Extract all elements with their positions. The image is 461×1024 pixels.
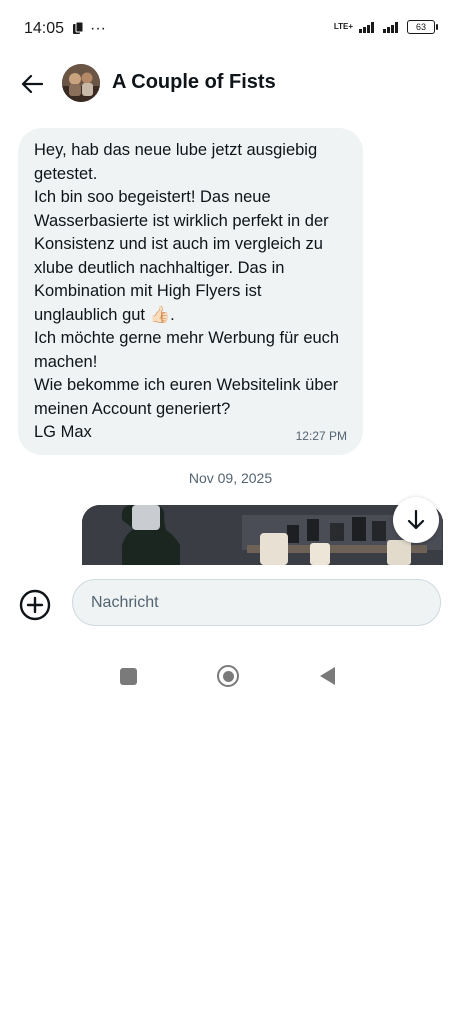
system-back-button[interactable] bbox=[320, 667, 335, 685]
battery-icon: 63 bbox=[407, 20, 438, 34]
back-button[interactable] bbox=[16, 68, 48, 100]
conversation-header: A Couple of Fists bbox=[0, 58, 461, 110]
avatar[interactable] bbox=[62, 64, 100, 102]
add-attachment-button[interactable] bbox=[18, 588, 52, 622]
home-button[interactable] bbox=[217, 665, 239, 687]
status-bar: 14:05 ··· LTE+ 63 bbox=[0, 0, 461, 58]
arrow-down-icon bbox=[407, 510, 425, 530]
arrow-left-icon bbox=[21, 74, 43, 94]
plus-circle-icon bbox=[19, 589, 51, 621]
photo-image bbox=[82, 505, 443, 565]
notification-icon bbox=[73, 22, 84, 34]
scroll-to-bottom-button[interactable] bbox=[393, 497, 439, 543]
avatar-image bbox=[62, 64, 100, 102]
home-dot bbox=[222, 670, 234, 682]
date-separator: Nov 09, 2025 bbox=[188, 470, 273, 486]
system-navigation-bar bbox=[0, 650, 461, 702]
battery-level: 63 bbox=[415, 22, 426, 32]
image-message[interactable] bbox=[82, 505, 443, 565]
message-input[interactable] bbox=[72, 579, 441, 626]
message-composer bbox=[0, 570, 461, 640]
signal-icon bbox=[359, 22, 374, 33]
received-message-bubble[interactable]: Hey, hab das neue lube jetzt ausgiebig g… bbox=[18, 128, 363, 455]
signal-icon-2 bbox=[383, 22, 398, 33]
overflow-dots: ··· bbox=[90, 19, 106, 37]
message-text: Hey, hab das neue lube jetzt ausgiebig g… bbox=[34, 141, 340, 441]
recent-apps-button[interactable] bbox=[120, 668, 137, 685]
message-timestamp: 12:27 PM bbox=[295, 429, 347, 443]
status-time: 14:05 bbox=[24, 20, 65, 37]
network-type: LTE+ bbox=[333, 22, 353, 31]
conversation-title[interactable]: A Couple of Fists bbox=[112, 71, 276, 94]
